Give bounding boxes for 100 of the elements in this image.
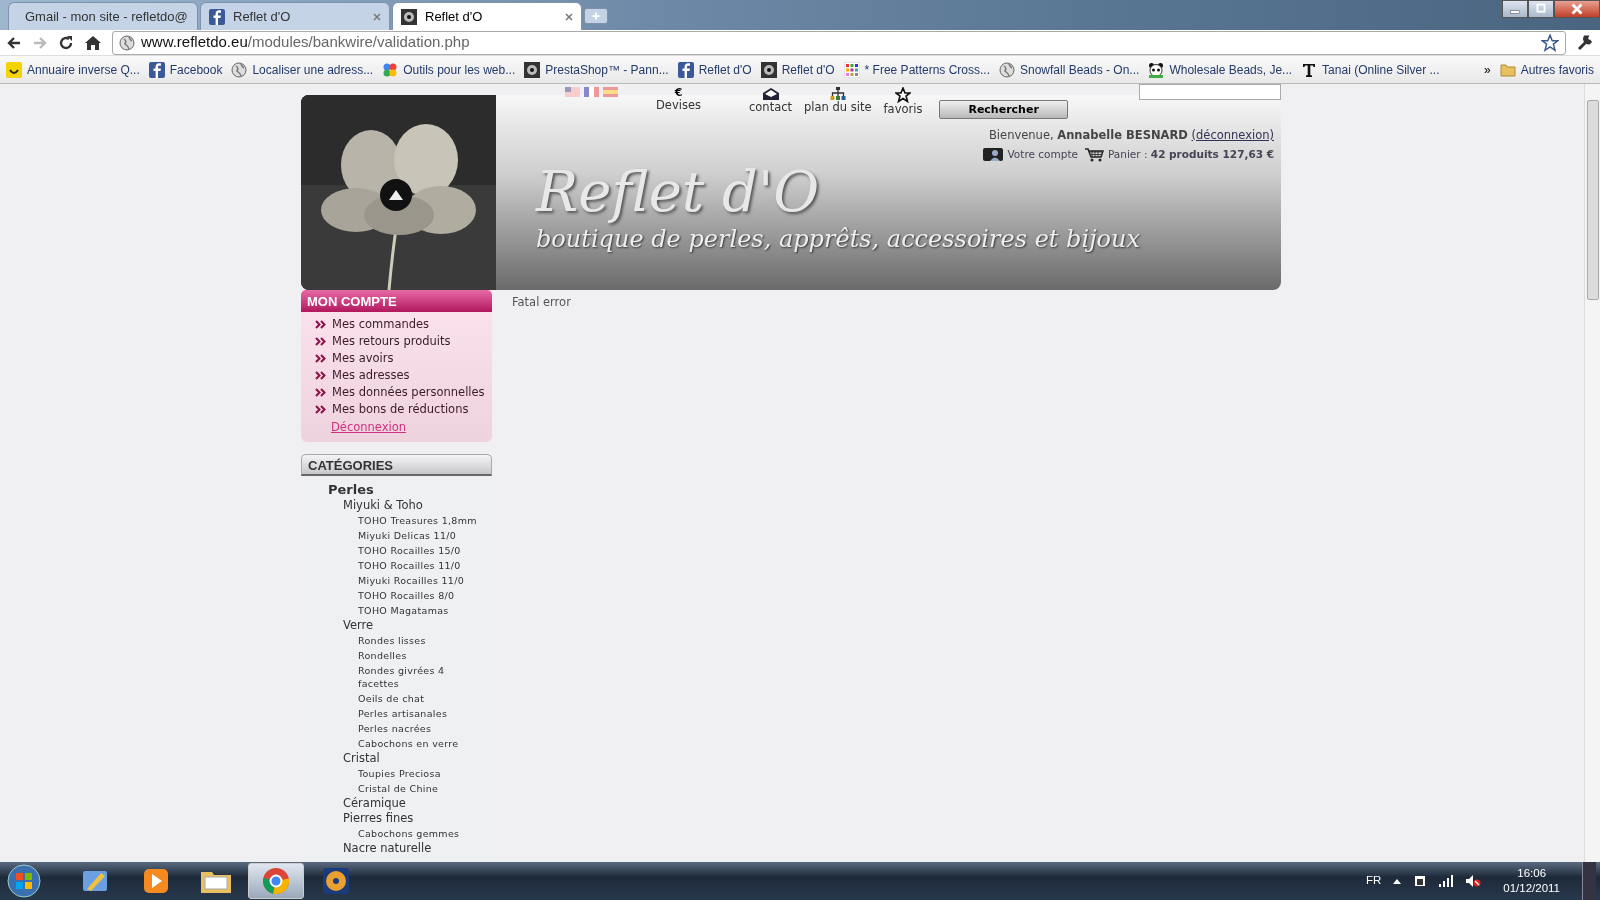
category-link[interactable]: Rondes lisses [301, 633, 492, 649]
category-link[interactable]: TOHO Treasures 1,8mm [301, 513, 492, 529]
show-desktop-button[interactable] [1582, 862, 1596, 900]
bookmark-item[interactable]: Outils pour les web... [382, 60, 516, 79]
serif-t-icon [1301, 61, 1318, 78]
play-icon [143, 868, 169, 894]
envelope-icon [761, 87, 780, 101]
category-link[interactable]: Cabochons gemmes [301, 826, 492, 842]
globe-icon [231, 61, 248, 78]
category-link[interactable]: TOHO Rocailles 8/0 [301, 588, 492, 604]
bookmark-item[interactable]: Wholesale Beads, Je... [1148, 60, 1293, 79]
account-menu-item[interactable]: Mes données personnelles [301, 384, 492, 401]
category-link[interactable]: Verre [301, 618, 492, 634]
minimize-button[interactable] [1502, 0, 1528, 18]
back-button[interactable] [6, 34, 22, 51]
double-chevron-icon [315, 337, 326, 346]
bookmark-item[interactable]: Annuaire inverse Q... [6, 60, 140, 79]
star-icon [895, 87, 911, 103]
account-menu-item[interactable]: Mes avoirs [301, 350, 492, 367]
browser-tab[interactable]: Gmail - mon site - refletdo@ [8, 2, 198, 30]
category-link[interactable]: Perles artisanales [301, 706, 492, 722]
wrench-icon[interactable] [1576, 33, 1594, 52]
category-link[interactable]: Miyuki & Toho [301, 498, 492, 514]
cart-icon [1083, 147, 1104, 163]
bookmark-item[interactable]: Localiser une adress... [231, 60, 374, 79]
up-arrow-icon[interactable] [1393, 878, 1402, 884]
browser-tab[interactable]: Reflet d'O [200, 2, 390, 30]
home-button[interactable] [84, 34, 102, 51]
start-button[interactable] [6, 863, 42, 899]
category-link[interactable]: Oeils de chat [301, 691, 492, 707]
bookmark-item[interactable]: Tanai (Online Silver ... [1301, 60, 1440, 79]
bookmark-item[interactable]: Reflet d'O [760, 60, 835, 79]
cart-summary: Panier : 42 produits 127,63 € [1107, 146, 1274, 162]
category-link[interactable]: TOHO Rocailles 11/0 [301, 558, 492, 574]
account-menu-item[interactable]: Mes bons de réductions [301, 401, 492, 418]
close-icon[interactable] [373, 12, 381, 21]
f-letter-icon [677, 61, 694, 78]
category-link[interactable]: Rondelles [301, 648, 492, 664]
account-menu-item[interactable]: Mes commandes [301, 316, 492, 333]
category-link[interactable]: Cabochons en verre [301, 736, 492, 752]
panda-icon [1148, 61, 1165, 78]
error-message: Fatal error [512, 294, 572, 311]
header-link[interactable]: favoris [883, 87, 923, 116]
globe-icon [999, 61, 1015, 78]
category-link[interactable]: Perles nacrées [301, 721, 492, 737]
language-indicator[interactable]: FR [1365, 872, 1382, 890]
colored-dots-icon [382, 61, 399, 78]
header-link[interactable]: contact [749, 87, 793, 116]
double-chevron-icon [315, 388, 326, 397]
currency-selector[interactable]: € Devises [656, 87, 701, 112]
category-link[interactable]: Rondes givrées 4 facettes [301, 663, 492, 692]
category-link[interactable]: Cristal [301, 751, 492, 767]
bookmark-folder[interactable]: Autres favoris [1499, 60, 1594, 79]
muted-speaker-icon[interactable] [1465, 874, 1482, 888]
reload-button[interactable] [58, 34, 74, 51]
logout-link[interactable]: (déconnexion) [1191, 128, 1274, 142]
scrollbar-thumb[interactable] [1587, 100, 1599, 300]
bookmark-item[interactable]: Snowfall Beads - On... [999, 60, 1140, 79]
bookmark-item[interactable]: Reflet d'O [677, 60, 752, 79]
bookmark-item[interactable]: PrestaShop™ - Pann... [524, 60, 669, 79]
folder-icon [1499, 62, 1516, 77]
category-link[interactable]: TOHO Rocailles 15/0 [301, 543, 492, 559]
category-link[interactable]: Nacre naturelle [301, 841, 492, 857]
account-menu-item[interactable]: Mes retours produits [301, 333, 492, 350]
bookmark-item[interactable]: Facebook [148, 60, 223, 79]
f-letter-icon [209, 8, 225, 25]
bookmark-star-icon[interactable] [1541, 33, 1559, 52]
category-link[interactable]: Miyuki Delicas 11/0 [301, 528, 492, 544]
signal-icon[interactable] [1439, 875, 1454, 887]
logout-link[interactable]: Déconnexion [331, 420, 407, 434]
scrollbar[interactable] [1584, 84, 1600, 862]
more-bookmarks-button[interactable]: » [1483, 60, 1491, 79]
bookmark-item[interactable]: * Free Patterns Cross... [843, 60, 990, 79]
clock[interactable]: 16:06 01/12/2011 [1503, 866, 1560, 896]
category-link[interactable]: Pierres fines [301, 811, 492, 827]
search-field[interactable] [1139, 84, 1281, 100]
double-chevron-icon [315, 371, 326, 380]
flag-icon[interactable] [584, 87, 599, 97]
globe-icon [119, 34, 135, 51]
close-button[interactable] [1554, 0, 1600, 18]
color-grid-icon [843, 61, 860, 78]
search-button[interactable]: Rechercher [939, 100, 1068, 119]
maximize-button[interactable] [1528, 0, 1554, 18]
category-link[interactable]: Céramique [301, 796, 492, 812]
new-tab-button[interactable] [584, 8, 608, 24]
account-link[interactable]: Votre compte [981, 146, 1078, 163]
category-link[interactable]: Cristal de Chine [301, 781, 492, 797]
category-link[interactable]: TOHO Magatamas [301, 603, 492, 619]
category-link[interactable]: Perles [301, 482, 492, 499]
category-link[interactable]: Miyuki Rocailles 11/0 [301, 573, 492, 589]
header-link[interactable]: plan du site [804, 87, 872, 116]
url-text: www.refletdo.eu/modules/bankwire/validation.php [141, 32, 470, 53]
sitemap-icon [829, 87, 846, 101]
address-bar[interactable]: www.refletdo.eu/modules/bankwire/validation.php [112, 30, 1566, 55]
cart-link[interactable]: Panier : 42 produits 127,63 € [1083, 146, 1274, 163]
site-tagline: boutique de perles, apprêts, accessoires et bijoux [536, 224, 1141, 256]
account-menu-item[interactable]: Mes adresses [301, 367, 492, 384]
category-link[interactable]: Toupies Preciosa [301, 766, 492, 782]
browser-tab[interactable]: Reflet d'O [392, 2, 582, 30]
close-icon[interactable] [565, 12, 573, 21]
